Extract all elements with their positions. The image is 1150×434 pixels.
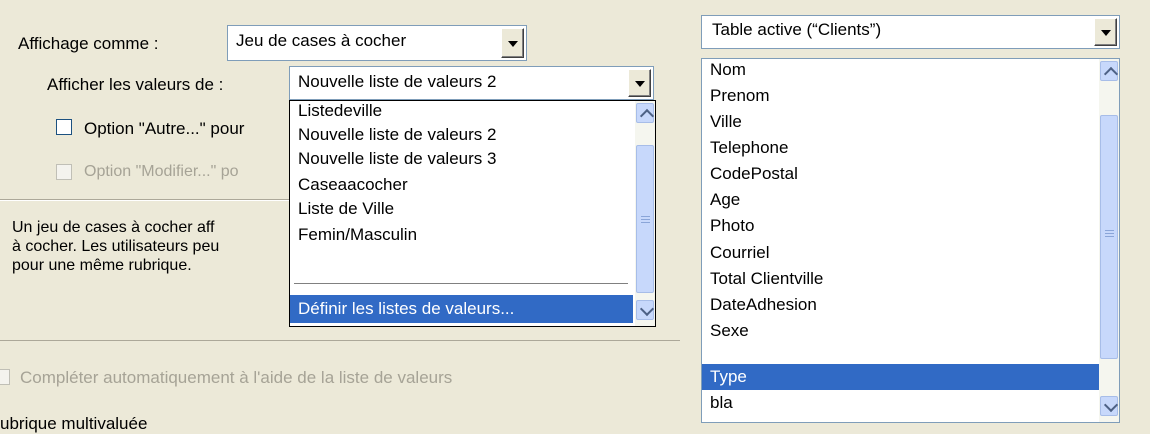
field-item[interactable]: Prenom (710, 83, 770, 109)
description-line: Un jeu de cases à cocher aff (12, 219, 215, 236)
display-as-dropdown-button[interactable] (501, 28, 524, 58)
field-list[interactable]: Nom Prenom Ville Telephone CodePostal Ag… (701, 58, 1120, 423)
chevron-down-icon (1103, 397, 1119, 413)
table-select[interactable]: Table active (“Clients”) (701, 15, 1120, 49)
scroll-down-button[interactable] (636, 300, 655, 320)
separator-line-light (0, 200, 290, 201)
field-item[interactable]: Telephone (710, 135, 788, 161)
field-item[interactable]: Photo (710, 213, 754, 239)
field-item-selected[interactable]: Type (702, 364, 1099, 390)
table-select-value: Table active (“Clients”) (712, 20, 882, 39)
chevron-down-icon (1100, 30, 1111, 36)
scroll-thumb[interactable] (1100, 115, 1118, 359)
field-item[interactable]: Total Clientville (710, 266, 823, 292)
scroll-up-button[interactable] (1100, 61, 1119, 82)
description-line: pour une même rubrique. (12, 257, 192, 274)
multivalued-label[interactable]: ubrique multivaluée (0, 414, 147, 434)
description-text: Un jeu de cases à cocher aff à cocher. L… (12, 218, 219, 275)
field-item[interactable]: bla (710, 390, 733, 416)
option-edit-label[interactable]: Option "Modifier..." po (84, 163, 239, 181)
field-item[interactable]: Age (710, 187, 740, 213)
grip-line (1105, 236, 1114, 237)
chevron-down-icon (639, 301, 655, 317)
field-list-scrollbar[interactable] (1099, 59, 1119, 422)
list-divider (294, 283, 628, 284)
display-as-select[interactable]: Jeu de cases à cocher (227, 25, 527, 61)
field-item[interactable]: Sexe (710, 318, 749, 344)
description-line: à cocher. Les utilisateurs peu (12, 238, 220, 255)
dropdown-scrollbar[interactable] (635, 101, 655, 326)
autocomplete-label[interactable]: Compléter automatiquement à l'aide de la… (20, 368, 452, 388)
show-values-value: Nouvelle liste de valeurs 2 (298, 72, 497, 91)
field-item[interactable]: Courriel (710, 240, 770, 266)
option-other-label[interactable]: Option "Autre..." pour (84, 119, 244, 139)
chevron-up-icon (1103, 66, 1119, 82)
chevron-down-icon (507, 41, 518, 47)
grip-line (641, 219, 650, 220)
list-item[interactable]: Liste de Ville (298, 197, 394, 221)
option-other-checkbox[interactable] (56, 119, 72, 135)
chevron-down-icon (634, 81, 645, 87)
scroll-thumb[interactable] (636, 145, 654, 293)
grip-line (641, 222, 650, 223)
field-item[interactable]: Nom (710, 59, 746, 83)
field-item[interactable]: Ville (710, 109, 742, 135)
separator-line (0, 340, 680, 341)
list-item[interactable]: Nouvelle liste de valeurs 2 (298, 123, 496, 147)
list-item[interactable]: Listedeville (298, 101, 382, 123)
field-item[interactable]: DateAdhesion (710, 292, 817, 318)
display-as-label: Affichage comme : (18, 34, 159, 53)
scroll-up-button[interactable] (636, 103, 655, 124)
value-list-dropdown[interactable]: Listedeville Nouvelle liste de valeurs 2… (289, 100, 656, 327)
show-values-dropdown-button[interactable] (628, 69, 651, 97)
grip-line (641, 216, 650, 217)
list-item[interactable]: Caseaacocher (298, 173, 408, 197)
define-value-lists-item[interactable]: Définir les listes de valeurs... (290, 295, 633, 323)
option-edit-checkbox[interactable] (56, 164, 72, 180)
chevron-up-icon (639, 108, 655, 124)
grip-line (1105, 233, 1114, 234)
field-item[interactable]: CodePostal (710, 161, 798, 187)
list-item[interactable]: Nouvelle liste de valeurs 3 (298, 147, 496, 171)
table-dropdown-button[interactable] (1094, 18, 1117, 46)
show-values-select[interactable]: Nouvelle liste de valeurs 2 (289, 66, 654, 100)
display-as-value: Jeu de cases à cocher (236, 31, 407, 50)
list-item[interactable]: Femin/Masculin (298, 223, 417, 247)
grip-line (1105, 230, 1114, 231)
scroll-down-button[interactable] (1100, 396, 1119, 416)
autocomplete-checkbox[interactable] (0, 369, 10, 385)
show-values-label: Afficher les valeurs de : (47, 75, 224, 94)
